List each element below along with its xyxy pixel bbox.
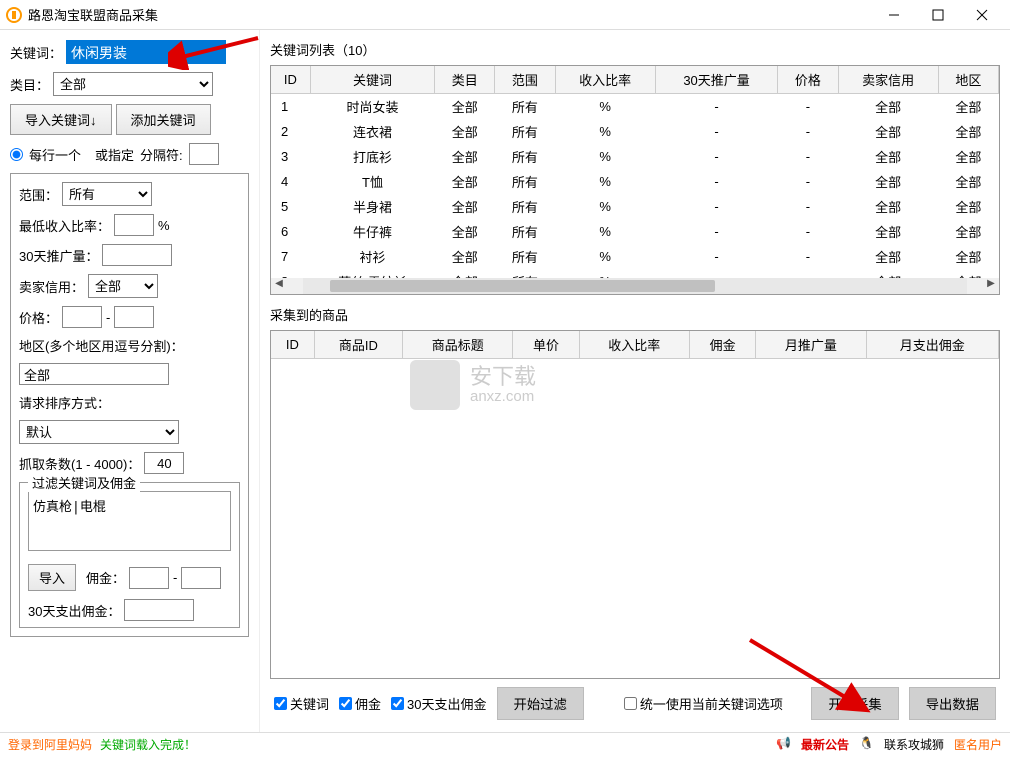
filter-legend: 过滤关键词及佣金 [28, 473, 140, 492]
seller-credit-label: 卖家信用： [19, 277, 84, 296]
min-income-input[interactable] [114, 214, 154, 236]
column-header[interactable]: 范围 [495, 66, 555, 94]
perline-radio[interactable] [10, 148, 23, 161]
keyword-list-title: 关键词列表（10） [270, 40, 1000, 59]
count-label: 抓取条数(1 - 4000)： [19, 454, 140, 473]
column-header[interactable]: 收入比率 [555, 66, 655, 94]
percent-label: % [158, 218, 170, 233]
promote30-label: 30天推广量： [19, 246, 98, 265]
window-title: 路恩淘宝联盟商品采集 [28, 5, 872, 24]
chk-usecurrent[interactable] [624, 697, 637, 710]
status-message: 关键词载入完成！ [100, 736, 196, 753]
column-header[interactable]: 收入比率 [579, 331, 689, 359]
close-button[interactable] [960, 1, 1004, 29]
table-row[interactable]: 4T恤全部所有%--全部全部 [271, 169, 999, 194]
chk-monthpay[interactable] [391, 697, 404, 710]
news-icon: 📢 [776, 736, 791, 753]
column-header[interactable]: 关键词 [310, 66, 434, 94]
left-panel: 关键词： 休闲男装 类目： 全部 导入关键词↓ 添加关键词 每行一个 或指定 分… [0, 30, 260, 732]
scroll-thumb[interactable] [330, 280, 715, 292]
contact-icon: 🐧 [859, 736, 874, 753]
import-keywords-button[interactable]: 导入关键词↓ [10, 104, 112, 135]
category-label: 类目： [10, 75, 49, 94]
column-header[interactable]: 卖家信用 [838, 66, 938, 94]
table-row[interactable]: 1时尚女装全部所有%--全部全部 [271, 94, 999, 120]
commission-from-input[interactable] [129, 567, 169, 589]
count-input[interactable] [144, 452, 184, 474]
scroll-right-icon[interactable]: ▶ [983, 278, 999, 294]
column-header[interactable]: 佣金 [689, 331, 755, 359]
column-header[interactable]: 类目 [435, 66, 495, 94]
keyword-input[interactable]: 休闲男装 [66, 40, 226, 64]
table-row[interactable]: 7衬衫全部所有%--全部全部 [271, 244, 999, 269]
table-row[interactable]: 2连衣裙全部所有%--全部全部 [271, 119, 999, 144]
export-data-button[interactable]: 导出数据 [909, 687, 996, 720]
login-link[interactable]: 登录到阿里妈妈 [8, 736, 92, 753]
sort-label: 请求排序方式： [19, 396, 110, 411]
keyword-grid[interactable]: ID关键词类目范围收入比率30天推广量价格卖家信用地区 1时尚女装全部所有%--… [270, 65, 1000, 295]
promote30-input[interactable] [102, 244, 172, 266]
price-to-input[interactable] [114, 306, 154, 328]
app-icon [6, 7, 22, 23]
table-row[interactable]: 5半身裙全部所有%--全部全部 [271, 194, 999, 219]
column-header[interactable]: 单价 [513, 331, 579, 359]
right-panel: 关键词列表（10） ID关键词类目范围收入比率30天推广量价格卖家信用地区 1时… [260, 30, 1010, 732]
column-header[interactable]: 地区 [938, 66, 998, 94]
specify-label: 或指定 [95, 145, 134, 164]
anon-user: 匿名用户 [954, 736, 1002, 753]
column-header[interactable]: ID [271, 66, 310, 94]
price-from-input[interactable] [62, 306, 102, 328]
perline-label: 每行一个 [29, 145, 81, 164]
region-label: 地区(多个地区用逗号分割)： [19, 339, 184, 354]
sort-select[interactable]: 默认 [19, 420, 179, 444]
range-label: 范围： [19, 185, 58, 204]
keyword-label: 关键词： [10, 43, 62, 62]
table-row[interactable]: 3打底衫全部所有%--全部全部 [271, 144, 999, 169]
monthpay-label: 30天支出佣金： [28, 601, 120, 620]
title-bar: 路恩淘宝联盟商品采集 [0, 0, 1010, 30]
chk-commission[interactable] [339, 697, 352, 710]
price-label: 价格： [19, 308, 58, 327]
category-select[interactable]: 全部 [53, 72, 213, 96]
bottom-bar: 关键词 佣金 30天支出佣金 开始过滤 统一使用当前关键词选项 开始采集 导出数… [270, 679, 1000, 728]
seller-credit-select[interactable]: 全部 [88, 274, 158, 298]
start-filter-button[interactable]: 开始过滤 [497, 687, 584, 720]
maximize-button[interactable] [916, 1, 960, 29]
filter-textarea[interactable] [28, 491, 231, 551]
column-header[interactable]: 30天推广量 [655, 66, 778, 94]
separator-input[interactable] [189, 143, 219, 165]
column-header[interactable]: 商品ID [314, 331, 402, 359]
separator-label: 分隔符: [140, 145, 183, 164]
product-list-title: 采集到的商品 [270, 305, 1000, 324]
start-collect-button[interactable]: 开始采集 [811, 687, 898, 720]
column-header[interactable]: 月推广量 [756, 331, 866, 359]
monthpay-input[interactable] [124, 599, 194, 621]
column-header[interactable]: ID [271, 331, 314, 359]
product-grid[interactable]: ID商品ID商品标题单价收入比率佣金月推广量月支出佣金 [270, 330, 1000, 679]
region-input[interactable] [19, 363, 169, 385]
column-header[interactable]: 价格 [778, 66, 838, 94]
import-filter-button[interactable]: 导入 [28, 564, 76, 591]
column-header[interactable]: 商品标题 [403, 331, 513, 359]
minimize-button[interactable] [872, 1, 916, 29]
add-keyword-button[interactable]: 添加关键词 [116, 104, 211, 135]
table-row[interactable]: 6牛仔裤全部所有%--全部全部 [271, 219, 999, 244]
min-income-label: 最低收入比率： [19, 216, 110, 235]
contact-link[interactable]: 联系攻城狮 [884, 736, 944, 753]
commission-label: 佣金： [86, 568, 125, 587]
news-link[interactable]: 最新公告 [801, 736, 849, 753]
commission-to-input[interactable] [181, 567, 221, 589]
scroll-left-icon[interactable]: ◀ [271, 278, 287, 294]
status-bar: 登录到阿里妈妈 关键词载入完成！ 📢 最新公告 🐧 联系攻城狮 匿名用户 [0, 732, 1010, 756]
range-select[interactable]: 所有 [62, 182, 152, 206]
keyword-hscroll[interactable]: ◀ ▶ [271, 278, 999, 294]
column-header[interactable]: 月支出佣金 [866, 331, 998, 359]
chk-keyword[interactable] [274, 697, 287, 710]
